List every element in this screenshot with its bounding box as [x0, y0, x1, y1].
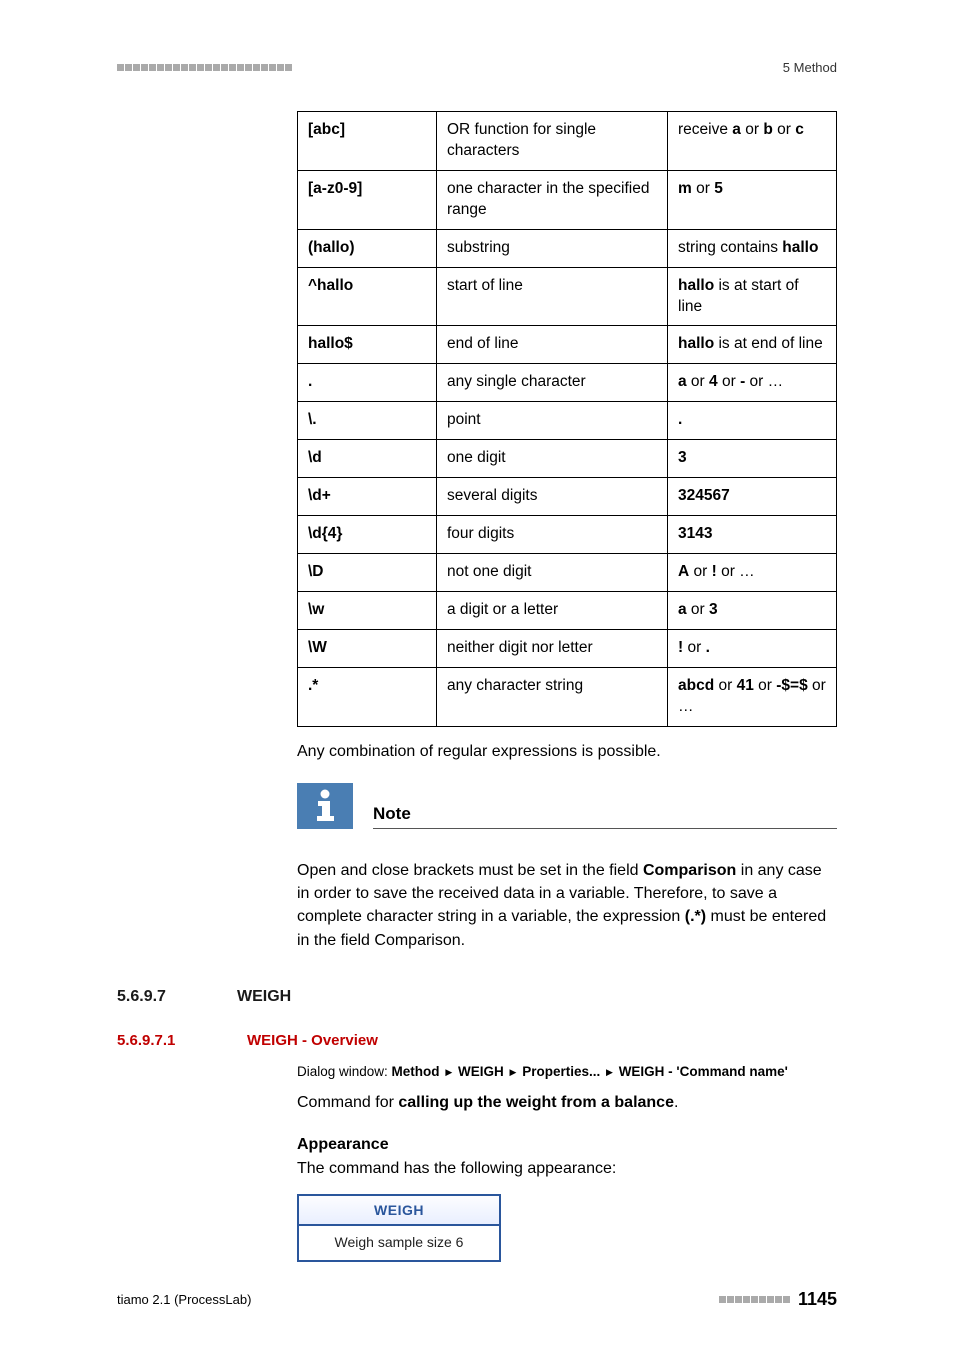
- table-row: \d{4}four digits3143: [298, 516, 837, 554]
- weigh-box-body: Weigh sample size 6: [299, 1226, 499, 1260]
- regex-example: 3: [668, 440, 837, 478]
- regex-example: 324567: [668, 478, 837, 516]
- regex-description: OR function for single characters: [437, 112, 668, 171]
- regex-example: 3143: [668, 516, 837, 554]
- info-icon: [297, 783, 353, 829]
- regex-description: four digits: [437, 516, 668, 554]
- regex-example: hallo is at end of line: [668, 326, 837, 364]
- header-ornament: [117, 64, 292, 71]
- table-row: \Dnot one digitA or ! or …: [298, 553, 837, 591]
- weigh-box-header: WEIGH: [299, 1196, 499, 1226]
- regex-pattern: ^hallo: [298, 267, 437, 326]
- note-body: Open and close brackets must be set in t…: [297, 859, 837, 952]
- regex-description: any character string: [437, 667, 668, 726]
- section-number: 5.6.9.7: [117, 988, 237, 1006]
- regex-pattern: [a-z0-9]: [298, 170, 437, 229]
- regex-table: [abc]OR function for single charactersre…: [297, 111, 837, 727]
- regex-example: a or 4 or - or …: [668, 364, 837, 402]
- regex-description: substring: [437, 229, 668, 267]
- regex-description: point: [437, 402, 668, 440]
- page-header: 5 Method: [117, 60, 837, 75]
- dialog-window-path: Dialog window: Method ▶ WEIGH ▶ Properti…: [297, 1063, 837, 1082]
- regex-example: hallo is at start of line: [668, 267, 837, 326]
- page-number: 1145: [798, 1289, 837, 1310]
- regex-pattern: \w: [298, 591, 437, 629]
- regex-pattern: \W: [298, 629, 437, 667]
- regex-example: A or ! or …: [668, 553, 837, 591]
- regex-pattern: \d{4}: [298, 516, 437, 554]
- regex-description: any single character: [437, 364, 668, 402]
- table-row: \wa digit or a lettera or 3: [298, 591, 837, 629]
- table-row: .any single charactera or 4 or - or …: [298, 364, 837, 402]
- header-section-label: 5 Method: [783, 60, 837, 75]
- regex-description: several digits: [437, 478, 668, 516]
- regex-description: one digit: [437, 440, 668, 478]
- regex-example: a or 3: [668, 591, 837, 629]
- table-row: hallo$end of linehallo is at end of line: [298, 326, 837, 364]
- appearance-text: The command has the following appearance…: [297, 1160, 837, 1178]
- regex-description: end of line: [437, 326, 668, 364]
- regex-pattern: \.: [298, 402, 437, 440]
- table-row: (hallo)substringstring contains hallo: [298, 229, 837, 267]
- regex-example: receive a or b or c: [668, 112, 837, 171]
- regex-pattern: (hallo): [298, 229, 437, 267]
- footer-ornament: [719, 1296, 790, 1303]
- regex-pattern: .: [298, 364, 437, 402]
- subsection-number: 5.6.9.7.1: [117, 1032, 247, 1049]
- regex-description: start of line: [437, 267, 668, 326]
- table-row: \d+several digits324567: [298, 478, 837, 516]
- regex-pattern: \d+: [298, 478, 437, 516]
- command-description: Command for calling up the weight from a…: [297, 1092, 837, 1114]
- section-title: WEIGH: [237, 988, 291, 1006]
- note-title: Note: [373, 804, 837, 829]
- regex-example: .: [668, 402, 837, 440]
- regex-example: ! or .: [668, 629, 837, 667]
- subsection-title: WEIGH - Overview: [247, 1032, 378, 1049]
- footer-left: tiamo 2.1 (ProcessLab): [117, 1292, 251, 1307]
- regex-description: not one digit: [437, 553, 668, 591]
- page-footer: tiamo 2.1 (ProcessLab) 1145: [117, 1289, 837, 1310]
- appearance-heading: Appearance: [297, 1136, 837, 1154]
- regex-example: abcd or 41 or -$=$ or …: [668, 667, 837, 726]
- regex-pattern: [abc]: [298, 112, 437, 171]
- subsection-heading: 5.6.9.7.1 WEIGH - Overview: [117, 1032, 837, 1049]
- table-row: \done digit3: [298, 440, 837, 478]
- table-row: \.point.: [298, 402, 837, 440]
- note-block: Note Open and close brackets must be set…: [297, 783, 837, 952]
- regex-description: a digit or a letter: [437, 591, 668, 629]
- regex-example: m or 5: [668, 170, 837, 229]
- table-row: [a-z0-9]one character in the specified r…: [298, 170, 837, 229]
- table-row: ^hallostart of linehallo is at start of …: [298, 267, 837, 326]
- regex-pattern: hallo$: [298, 326, 437, 364]
- regex-pattern: \d: [298, 440, 437, 478]
- weigh-command-box: WEIGH Weigh sample size 6: [297, 1194, 501, 1262]
- after-table-text: Any combination of regular expressions i…: [297, 741, 837, 763]
- regex-description: one character in the specified range: [437, 170, 668, 229]
- regex-description: neither digit nor letter: [437, 629, 668, 667]
- table-row: [abc]OR function for single charactersre…: [298, 112, 837, 171]
- table-row: .*any character stringabcd or 41 or -$=$…: [298, 667, 837, 726]
- regex-pattern: .*: [298, 667, 437, 726]
- section-heading: 5.6.9.7 WEIGH: [117, 988, 837, 1006]
- regex-example: string contains hallo: [668, 229, 837, 267]
- table-row: \Wneither digit nor letter! or .: [298, 629, 837, 667]
- regex-pattern: \D: [298, 553, 437, 591]
